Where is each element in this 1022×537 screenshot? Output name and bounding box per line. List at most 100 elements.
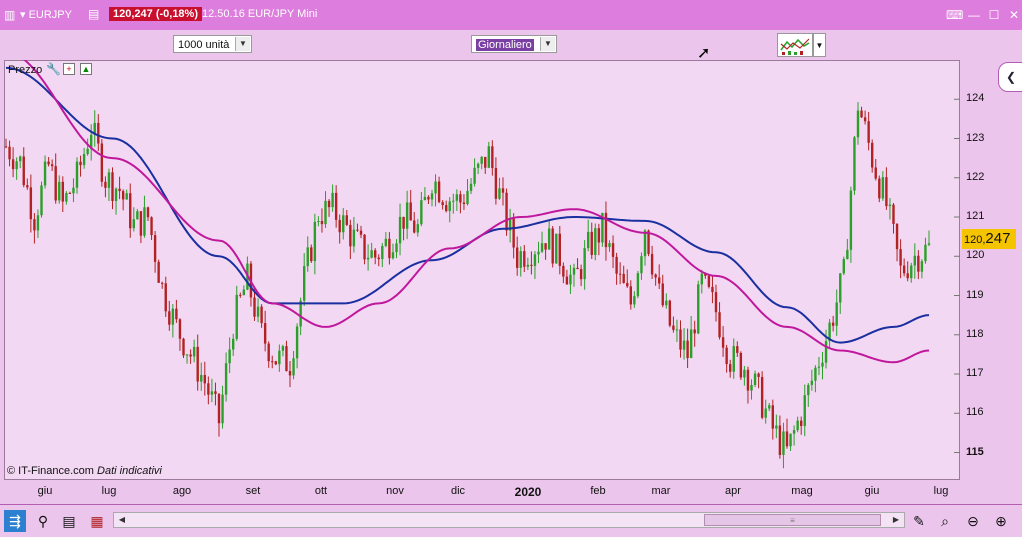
- last-price-tag: 120,247: [962, 229, 1016, 249]
- candle-body: [519, 251, 522, 268]
- candle-body: [707, 275, 711, 287]
- scroll-left-icon[interactable]: ◀: [115, 514, 129, 526]
- price-axis[interactable]: 124 123 122 121 120 119 118 117 116 115: [960, 60, 1022, 480]
- candle-body: [441, 202, 444, 206]
- maximize-icon[interactable]: ☐: [986, 7, 1002, 23]
- zoom-fit-icon[interactable]: ⌕: [934, 510, 956, 532]
- candle-body: [398, 216, 402, 244]
- candle-body: [480, 156, 483, 164]
- candle-body: [860, 110, 863, 118]
- candle-body: [757, 373, 760, 377]
- candle-body: [725, 347, 728, 365]
- candle-body: [11, 159, 15, 170]
- candle-body: [654, 274, 657, 278]
- minimize-icon[interactable]: —: [966, 7, 982, 23]
- candle-body: [214, 391, 217, 395]
- candle-body: [540, 243, 544, 252]
- candle-body: [97, 122, 100, 144]
- candle-body: [200, 375, 203, 382]
- share-icon[interactable]: ⇶: [4, 510, 26, 532]
- candle-body: [622, 273, 625, 284]
- x-tick-label: feb: [590, 485, 606, 497]
- chevron-down-icon[interactable]: ▼: [540, 37, 555, 51]
- candle-body: [168, 311, 171, 325]
- zoom-in-icon[interactable]: ⊕: [990, 510, 1012, 532]
- add-indicator-icon[interactable]: +: [63, 63, 75, 75]
- candle-body: [72, 187, 75, 194]
- expand-panel-icon[interactable]: ▲: [80, 63, 92, 75]
- candle-body: [917, 255, 920, 272]
- candle-body: [79, 161, 82, 166]
- candle-body: [760, 376, 764, 418]
- candle-body: [384, 238, 388, 246]
- period-select[interactable]: Giornaliero ▼: [471, 35, 557, 53]
- indicators-button[interactable]: [777, 33, 813, 57]
- list-icon[interactable]: ▤: [58, 510, 80, 532]
- y-tick-label: 123: [966, 131, 985, 144]
- candle-body: [597, 228, 601, 243]
- price-chart-svg[interactable]: [4, 60, 960, 480]
- candle-body: [682, 340, 686, 350]
- notes-icon[interactable]: ▤: [88, 8, 100, 21]
- chart-window-icon[interactable]: ▥: [4, 8, 18, 22]
- order-book-icon[interactable]: ▦: [86, 510, 108, 532]
- candle-body: [146, 207, 150, 218]
- candle-body: [768, 405, 771, 409]
- chart-toolbar: 1000 unità ▼ Giornaliero ▼ ▼ ❮: [0, 30, 1022, 92]
- time-axis[interactable]: giu lug ago set ott nov dic 2020 feb mar apr mag giu…: [4, 480, 960, 502]
- candle-body: [547, 228, 551, 250]
- candle-body: [537, 251, 540, 255]
- candle-body: [824, 341, 828, 363]
- candle-body: [317, 220, 320, 222]
- magnet-icon[interactable]: ⚲: [32, 510, 54, 532]
- x-tick-label: ott: [314, 485, 328, 497]
- candle-body: [462, 202, 466, 205]
- x-tick-label: set: [245, 485, 261, 497]
- x-tick-label: ago: [172, 485, 192, 497]
- draw-tool-icon[interactable]: ✎: [908, 510, 930, 532]
- candle-body: [476, 163, 480, 168]
- candle-body: [324, 200, 327, 225]
- candle-body: [650, 253, 654, 275]
- candle-body: [459, 194, 462, 203]
- candle-body: [185, 354, 189, 356]
- chevron-down-icon[interactable]: ▼: [235, 37, 250, 51]
- panel-label: Prezzo: [8, 64, 43, 76]
- candle-body: [157, 261, 160, 283]
- scroll-right-icon[interactable]: ▶: [889, 514, 903, 526]
- candle-body: [40, 185, 43, 216]
- wrench-icon[interactable]: 🔧: [46, 62, 61, 76]
- candle-body: [256, 306, 260, 317]
- candle-body: [82, 153, 86, 166]
- candle-body: [349, 224, 352, 247]
- candle-body: [342, 215, 345, 233]
- candle-body: [136, 211, 139, 220]
- candle-body: [356, 229, 359, 231]
- candle-body: [306, 247, 309, 267]
- x-tick-label: dic: [450, 485, 466, 497]
- candle-body: [86, 148, 89, 154]
- close-icon[interactable]: ✕: [1006, 7, 1022, 23]
- candle-body: [232, 338, 235, 350]
- chart-scrollbar[interactable]: ◀ ≡ ▶: [113, 512, 905, 528]
- indicators-dropdown-button[interactable]: ▼: [813, 33, 826, 57]
- x-tick-label: giu: [37, 485, 53, 497]
- symbol-dropdown[interactable]: ▾ EURJPY: [20, 8, 72, 21]
- candle-body: [207, 383, 210, 395]
- keyboard-icon[interactable]: ⌨: [946, 7, 963, 23]
- credit-note: Dati indicativi: [97, 465, 162, 477]
- y-tick-label: 117: [966, 367, 984, 380]
- scrollbar-thumb[interactable]: ≡: [704, 514, 881, 526]
- candle-body: [785, 431, 789, 447]
- candle-body: [370, 250, 373, 258]
- candle-body: [466, 190, 469, 205]
- candle-body: [831, 322, 835, 326]
- candle-body: [423, 196, 427, 201]
- candle-body: [132, 219, 135, 229]
- candle-body: [902, 265, 906, 274]
- candle-body: [487, 146, 490, 168]
- candle-body: [636, 273, 640, 297]
- candle-body: [906, 273, 909, 279]
- zoom-out-icon[interactable]: ⊖: [962, 510, 984, 532]
- quantity-select[interactable]: 1000 unità ▼: [173, 35, 252, 53]
